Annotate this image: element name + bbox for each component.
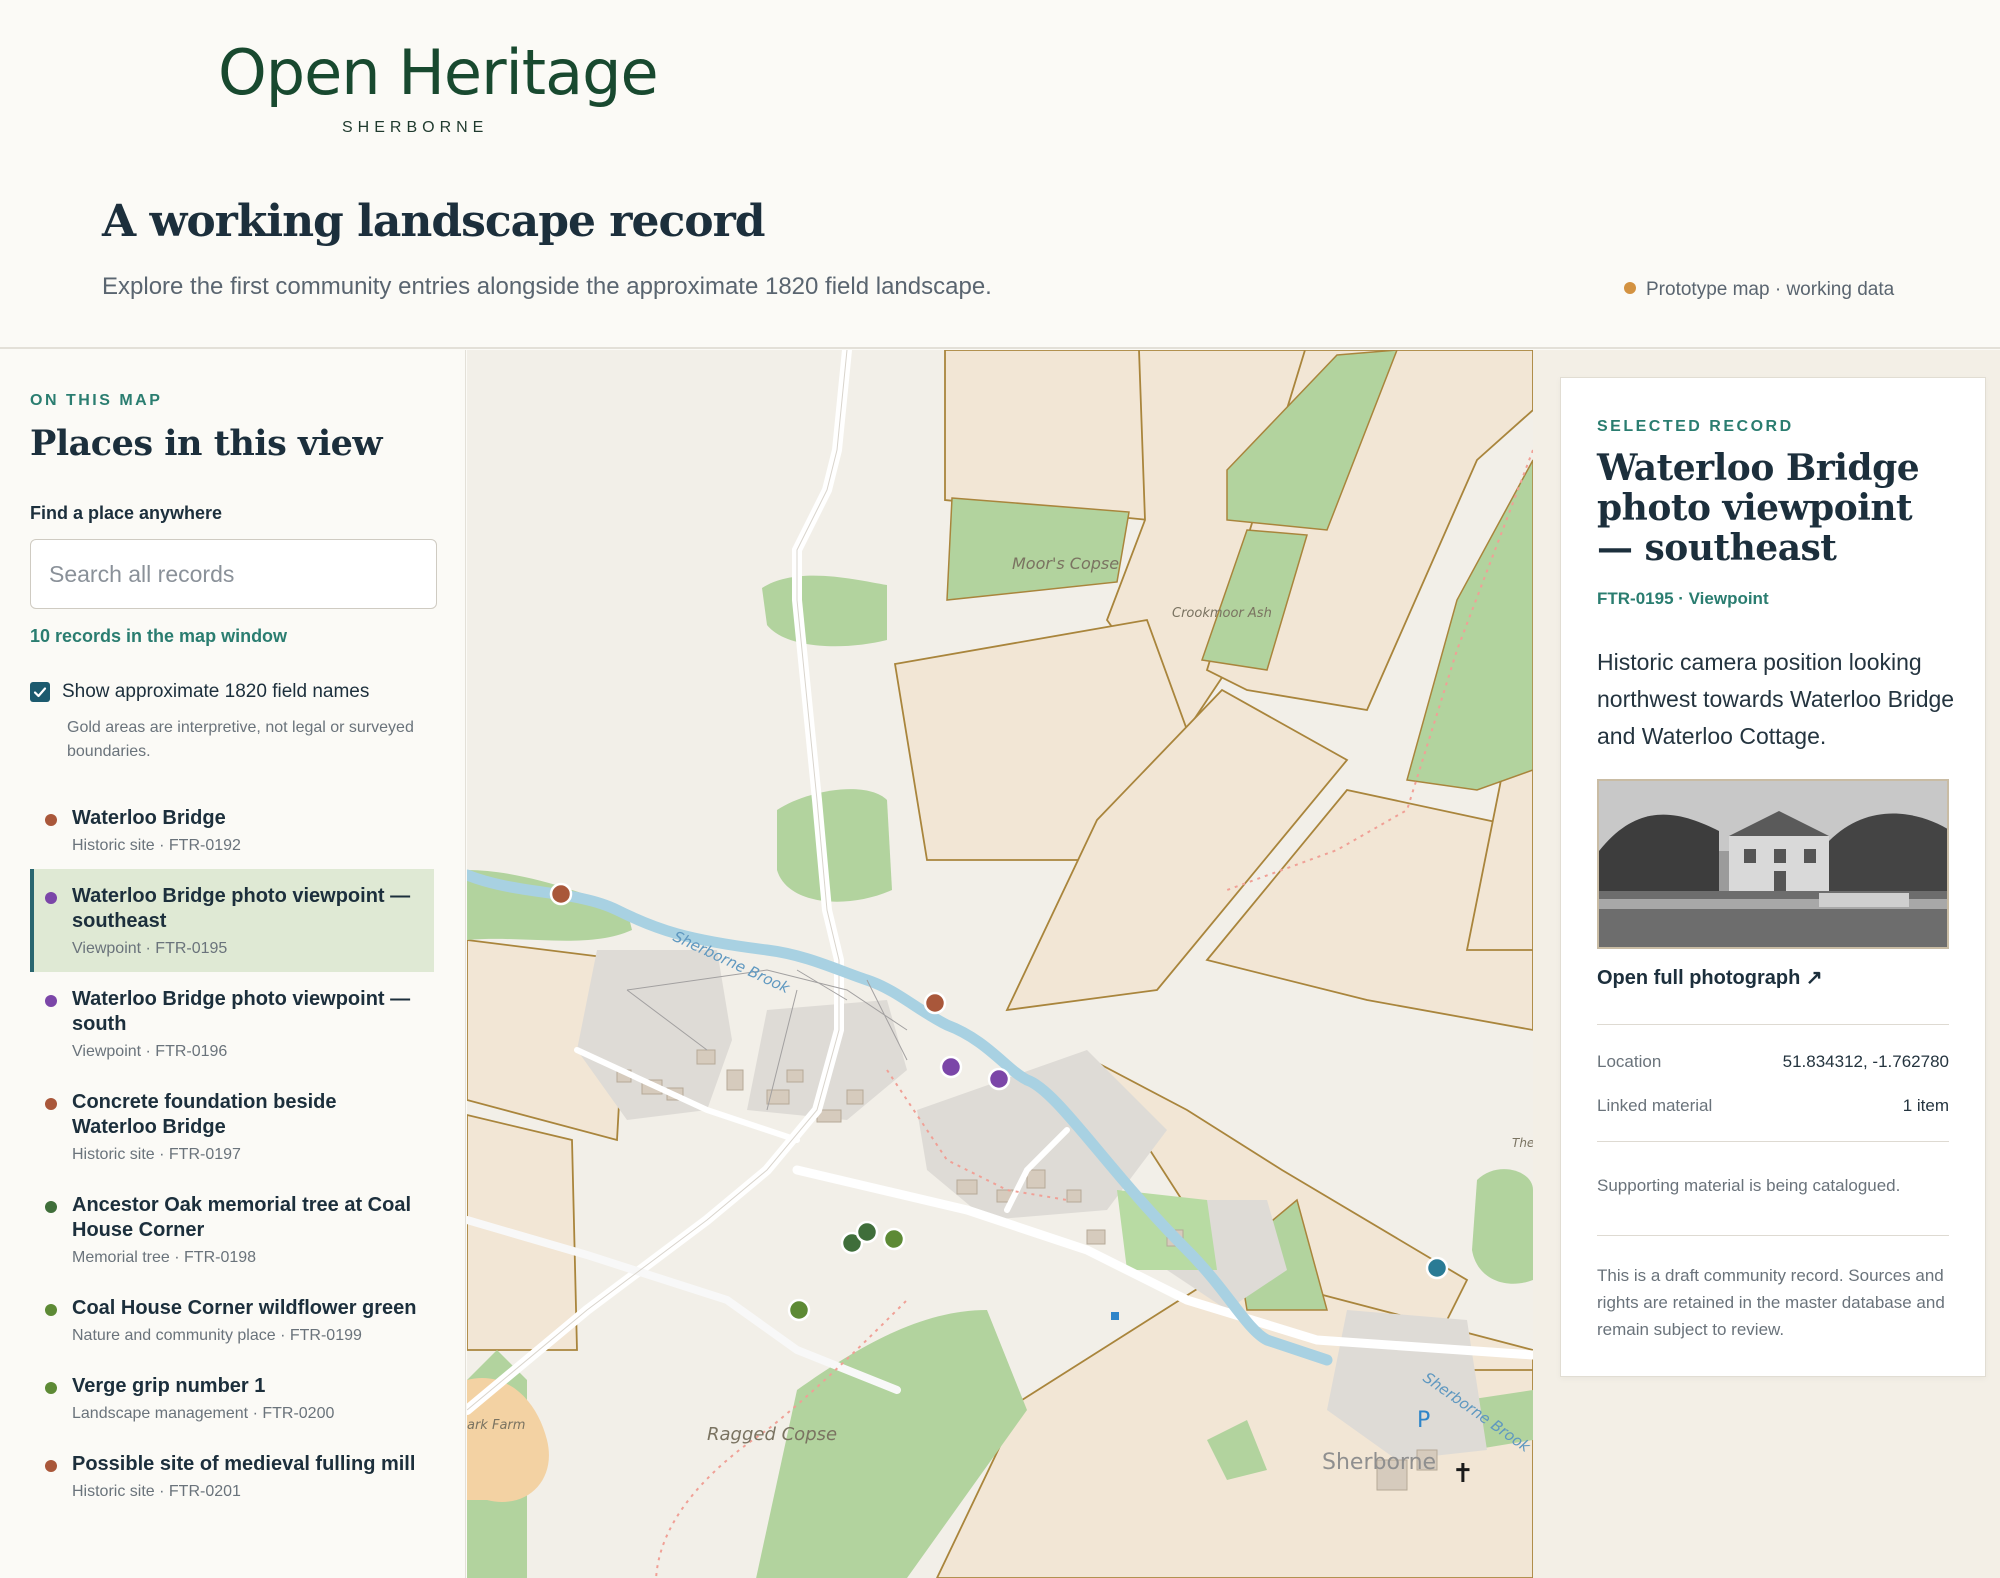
linked-value: 1 item — [1902, 1096, 1949, 1115]
record-count: 10 records in the map window — [30, 626, 288, 646]
record-name[interactable]: Waterloo Bridge photo viewpoint — southe… — [72, 884, 418, 934]
divider — [1597, 1024, 1949, 1025]
sidebar: ON THIS MAP Places in this view Find a p… — [0, 350, 466, 1578]
record-meta: Landscape management · FTR-0200 — [72, 1405, 335, 1422]
field-names-checkbox[interactable] — [30, 682, 50, 702]
field-names-note: Gold areas are interpretive, not legal o… — [67, 719, 414, 760]
record-meta: Historic site · FTR-0197 — [72, 1146, 241, 1163]
field-names-label[interactable]: Show approximate 1820 field names — [62, 681, 369, 703]
record-meta: Viewpoint · FTR-0196 — [72, 1043, 228, 1060]
record-item[interactable]: Coal House Corner wildflower green Nature… — [30, 1281, 434, 1359]
record-dot-icon — [45, 1460, 57, 1472]
status-dot-icon — [1624, 282, 1636, 294]
map-canvas[interactable]: Moor's Copse Crookmoor Ash Ragged Copse … — [467, 350, 1533, 1578]
check-icon — [33, 687, 47, 698]
record-name[interactable]: Waterloo Bridge photo viewpoint — south — [72, 987, 418, 1037]
record-dot-icon — [45, 892, 57, 904]
status-indicator: Prototype map · working data — [1624, 279, 1894, 301]
map-label-moors-copse: Moor's Copse — [1012, 554, 1119, 573]
divider — [1597, 1235, 1949, 1236]
map-label-crookmoor: Crookmoor Ash — [1172, 606, 1272, 621]
detail-description: Historic camera position looking northwe… — [1597, 649, 1955, 749]
marker-verge-grip[interactable] — [882, 1227, 906, 1251]
location-value: 51.834312, -1.762780 — [1782, 1052, 1949, 1071]
historic-photo-thumbnail[interactable] — [1597, 779, 1949, 949]
record-name[interactable]: Verge grip number 1 — [72, 1374, 418, 1399]
detail-eyebrow: SELECTED RECORD — [1597, 418, 1794, 435]
record-meta: Memorial tree · FTR-0198 — [72, 1249, 257, 1266]
record-item[interactable]: Verge grip number 1 Landscape management … — [30, 1359, 434, 1437]
linked-label: Linked material — [1597, 1096, 1713, 1115]
site-header: Open Heritage SHERBORNE A working landsc… — [0, 0, 2000, 349]
map-label-park-farm: ark Farm — [467, 1418, 525, 1433]
record-meta: Historic site · FTR-0192 — [72, 837, 241, 854]
parking-icon: P — [1417, 1408, 1430, 1433]
map-label-th: The — [1512, 1136, 1533, 1150]
support-note: Supporting material is being catalogued. — [1597, 1176, 1901, 1195]
marker-viewpoint-southeast[interactable] — [939, 1055, 963, 1079]
record-dot-icon — [45, 1382, 57, 1394]
search-label: Find a place anywhere — [30, 503, 223, 523]
detail-title: Waterloo Bridge photo viewpoint — southe… — [1597, 447, 1920, 569]
draft-note: This is a draft community record. Source… — [1597, 1266, 1945, 1339]
marker-viewpoint-south[interactable] — [987, 1067, 1011, 1091]
open-photo-link[interactable]: Open full photograph ↗ — [1597, 965, 1823, 990]
record-name[interactable]: Possible site of medieval fulling mill — [72, 1452, 418, 1477]
record-meta: Viewpoint · FTR-0195 — [72, 940, 228, 957]
record-name[interactable]: Waterloo Bridge — [72, 806, 418, 831]
record-list: Waterloo Bridge Historic site · FTR-0192 W… — [30, 791, 434, 1515]
marker-wildflower-green[interactable] — [855, 1220, 879, 1244]
record-dot-icon — [45, 1201, 57, 1213]
status-text: Prototype map · working data — [1646, 279, 1895, 300]
record-dot-icon — [45, 995, 57, 1007]
brand-title[interactable]: Open Heritage — [218, 36, 659, 109]
marker-verge[interactable] — [787, 1298, 811, 1322]
page-title: A working landscape record — [102, 196, 766, 247]
record-item[interactable]: Waterloo Bridge Historic site · FTR-0192 — [30, 791, 434, 869]
marker-brook[interactable] — [1425, 1256, 1449, 1280]
record-item[interactable]: Ancestor Oak memorial tree at Coal House… — [30, 1178, 434, 1281]
record-name[interactable]: Coal House Corner wildflower green — [72, 1296, 418, 1321]
sidebar-eyebrow: ON THIS MAP — [30, 392, 163, 409]
record-item[interactable]: Possible site of medieval fulling mill Hi… — [30, 1437, 434, 1515]
record-meta: Nature and community place · FTR-0199 — [72, 1327, 362, 1344]
record-dot-icon — [45, 814, 57, 826]
search-input[interactable] — [30, 539, 437, 609]
map-label-sherborne: Sherborne — [1322, 1450, 1436, 1475]
record-dot-icon — [45, 1098, 57, 1110]
marker-waterloo-bridge[interactable] — [923, 991, 947, 1015]
record-item[interactable]: Waterloo Bridge photo viewpoint — south V… — [30, 972, 434, 1075]
brand-subtitle: SHERBORNE — [342, 119, 489, 136]
record-meta: Historic site · FTR-0201 — [72, 1483, 241, 1500]
photo-image — [1599, 781, 1947, 947]
location-label: Location — [1597, 1052, 1662, 1071]
page-description: Explore the first community entries alon… — [102, 273, 992, 300]
record-item[interactable]: Waterloo Bridge photo viewpoint — southe… — [30, 869, 434, 972]
detail-panel: SELECTED RECORD Waterloo Bridge photo vi… — [1560, 377, 1986, 1377]
record-name[interactable]: Ancestor Oak memorial tree at Coal House… — [72, 1193, 418, 1243]
detail-id: FTR-0195 · Viewpoint — [1597, 589, 1769, 608]
record-dot-icon — [45, 1304, 57, 1316]
record-item[interactable]: Concrete foundation beside Waterloo Brid… — [30, 1075, 434, 1178]
map-label-ragged-copse: Ragged Copse — [707, 1424, 837, 1445]
bus-stop-icon — [1111, 1312, 1119, 1320]
church-icon: ✝ — [1452, 1459, 1474, 1489]
sidebar-title: Places in this view — [30, 423, 383, 464]
record-name[interactable]: Concrete foundation beside Waterloo Brid… — [72, 1090, 418, 1140]
map-svg[interactable]: Moor's Copse Crookmoor Ash Ragged Copse … — [467, 350, 1533, 1578]
marker-fulling-mill[interactable] — [549, 882, 573, 906]
divider — [1597, 1141, 1949, 1142]
